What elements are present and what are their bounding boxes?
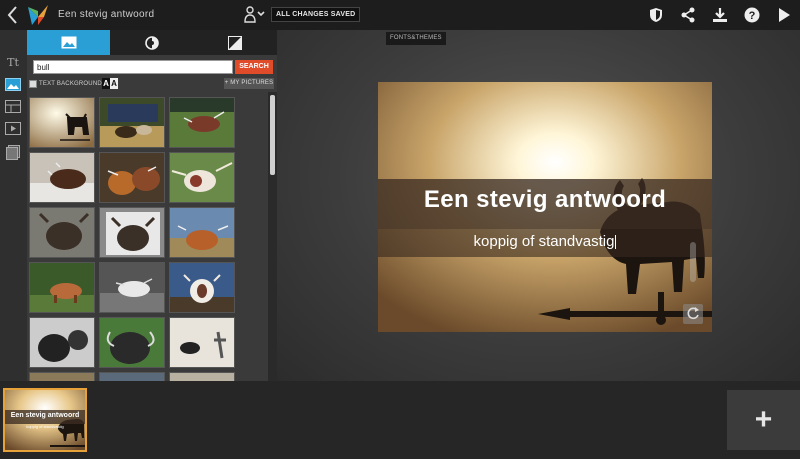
pages-tool-button[interactable] <box>2 142 24 162</box>
my-pictures-button[interactable]: + MY PICTURES <box>224 78 274 89</box>
picture-thumbnail[interactable] <box>169 372 235 381</box>
slide-subtitle-text: koppig of standvastig <box>473 233 615 250</box>
pictures-tool-button[interactable] <box>2 74 24 94</box>
slide-strip: Een stevig antwoord koppig of standvasti… <box>0 381 800 459</box>
share-icon[interactable] <box>672 0 704 30</box>
top-toolbar: ? <box>640 0 800 30</box>
slide-thumbnail[interactable]: Een stevig antwoord koppig of standvasti… <box>3 388 87 452</box>
picture-thumbnail[interactable] <box>99 207 165 258</box>
options-row: TEXT BACKGROUND A A + MY PICTURES <box>29 78 275 90</box>
picture-thumbnail[interactable] <box>169 97 235 148</box>
picture-thumbnail[interactable] <box>99 372 165 381</box>
light-text-style-button[interactable]: A <box>110 78 118 89</box>
fonts-themes-button[interactable]: FONTS&THEMES <box>386 32 446 45</box>
slide[interactable]: Een stevig antwoord koppig of standvasti… <box>378 82 712 332</box>
shield-icon[interactable] <box>640 0 672 30</box>
thumbnail-title: Een stevig antwoord <box>10 412 80 419</box>
search-input[interactable] <box>33 60 233 74</box>
slide-title[interactable]: Een stevig antwoord <box>378 186 712 214</box>
pages-icon <box>6 144 20 160</box>
pictures-panel: SEARCH TEXT BACKGROUND A A + MY PICTURES <box>27 30 277 381</box>
svg-text:?: ? <box>749 10 756 22</box>
save-status-badge: ALL CHANGES SAVED <box>271 7 361 22</box>
search-row: SEARCH <box>33 60 273 74</box>
slide-subtitle[interactable]: koppig of standvastig <box>378 233 712 250</box>
picture-thumbnail[interactable] <box>29 372 95 381</box>
text-background-label: TEXT BACKGROUND <box>39 81 102 87</box>
add-slide-button[interactable]: + <box>727 390 800 450</box>
help-icon[interactable]: ? <box>736 0 768 30</box>
present-icon[interactable] <box>768 0 800 30</box>
plus-icon: + <box>754 403 773 436</box>
picture-thumbnail[interactable] <box>99 262 165 313</box>
thumbnail-subtitle: koppig of standvastig <box>26 424 64 429</box>
picture-thumbnail[interactable] <box>169 317 235 368</box>
video-icon <box>5 121 21 135</box>
layout-tool-button[interactable] <box>2 96 24 116</box>
picture-thumbnail[interactable] <box>169 262 235 313</box>
rotate-icon <box>687 307 699 320</box>
picture-thumbnail[interactable] <box>99 317 165 368</box>
panel-tabs <box>27 30 277 55</box>
picture-thumbnail[interactable] <box>29 207 95 258</box>
picture-thumbnail[interactable] <box>99 97 165 148</box>
tab-contrast[interactable] <box>194 30 277 55</box>
filter-icon <box>145 35 159 50</box>
picture-results-grid <box>29 97 269 381</box>
app-root: Een stevig antwoord ALL CHANGES SAVED ? <box>0 0 800 459</box>
picture-thumbnail[interactable] <box>169 207 235 258</box>
picture-thumbnail[interactable] <box>29 152 95 203</box>
video-tool-button[interactable] <box>2 118 24 138</box>
picture-thumbnail[interactable] <box>169 152 235 203</box>
people-icon[interactable] <box>242 5 266 25</box>
image-icon <box>61 36 77 49</box>
back-icon[interactable] <box>4 4 22 26</box>
rotate-handle[interactable] <box>683 304 703 324</box>
tab-pictures[interactable] <box>27 30 111 55</box>
search-button[interactable]: SEARCH <box>235 60 273 74</box>
dark-text-style-button[interactable]: A <box>102 78 110 89</box>
text-tool-button[interactable]: Tt <box>2 52 24 72</box>
download-icon[interactable] <box>704 0 736 30</box>
tool-rail: Tt <box>0 30 27 381</box>
picture-thumbnail[interactable] <box>29 317 95 368</box>
text-cursor <box>615 235 617 250</box>
picture-thumbnail[interactable] <box>29 97 95 148</box>
tab-filters[interactable] <box>110 30 193 55</box>
contrast-icon <box>228 35 243 50</box>
text-icon: Tt <box>7 55 19 69</box>
top-bar: Een stevig antwoord ALL CHANGES SAVED ? <box>0 0 800 30</box>
logo-icon <box>26 3 50 27</box>
resize-handle[interactable] <box>690 242 696 282</box>
picture-thumbnail[interactable] <box>29 262 95 313</box>
image-icon <box>5 77 21 91</box>
text-background-checkbox[interactable] <box>29 80 37 88</box>
document-title[interactable]: Een stevig antwoord <box>58 9 154 20</box>
layout-icon <box>5 99 21 113</box>
slide-canvas-area: Een stevig antwoord koppig of standvasti… <box>277 30 800 381</box>
picture-thumbnail[interactable] <box>99 152 165 203</box>
results-scrollbar-thumb[interactable] <box>270 95 275 175</box>
